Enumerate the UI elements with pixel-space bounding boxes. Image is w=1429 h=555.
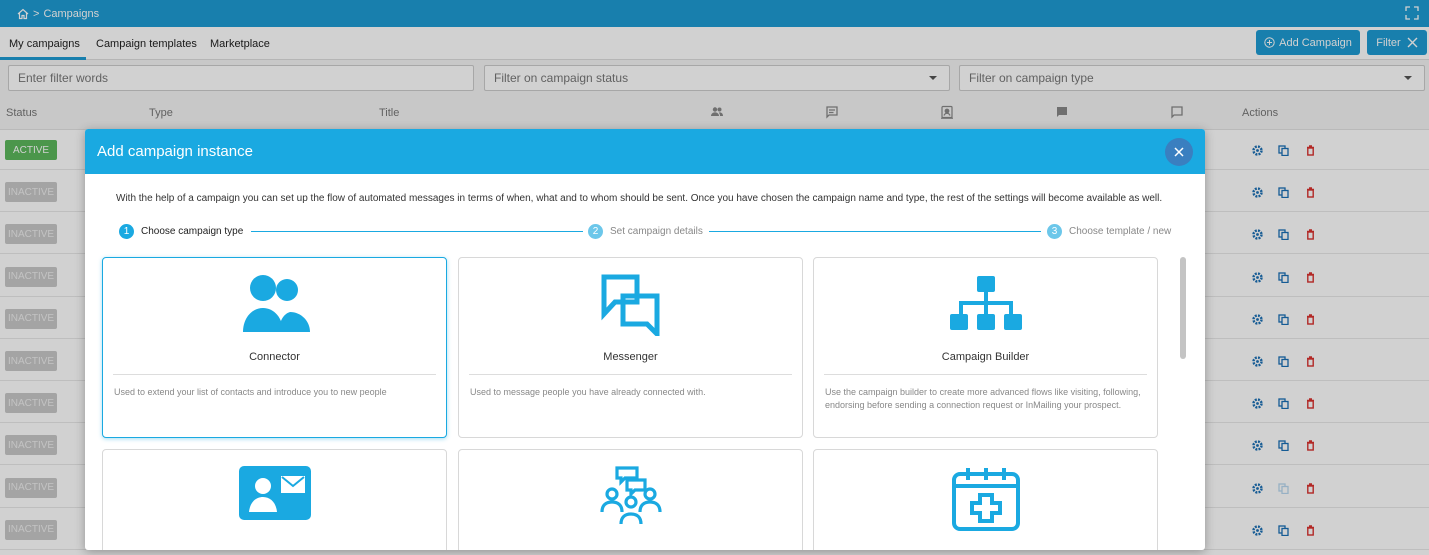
chat-bubbles-icon — [601, 274, 661, 341]
step-3-number: 3 — [1047, 224, 1062, 239]
step-1-number: 1 — [119, 224, 134, 239]
sitemap-icon — [949, 274, 1022, 335]
step-2-number: 2 — [588, 224, 603, 239]
card-divider — [469, 374, 792, 375]
close-icon — [1174, 147, 1184, 157]
card-description: Use the campaign builder to create more … — [825, 387, 1141, 410]
group-chat-icon — [599, 466, 663, 531]
campaign-type-card-builder[interactable]: Campaign Builder Use the campaign builde… — [813, 257, 1158, 438]
campaign-type-card-inmail[interactable] — [102, 449, 447, 550]
card-title: Campaign Builder — [941, 351, 1030, 363]
step-connector — [251, 231, 583, 232]
card-title: Messenger — [603, 351, 658, 363]
modal-scrollbar[interactable] — [1180, 257, 1186, 359]
modal-intro-text: With the help of a campaign you can set … — [116, 193, 1163, 204]
calendar-plus-icon — [951, 466, 1021, 535]
contact-card-icon — [238, 466, 311, 523]
modal-close-button[interactable] — [1165, 138, 1193, 166]
step-1-label: Choose campaign type — [141, 226, 244, 237]
step-3-label: Choose template / new — [1069, 226, 1172, 237]
step-connector — [709, 231, 1041, 232]
card-divider — [113, 374, 436, 375]
campaign-type-card-connector[interactable]: Connector Used to extend your list of co… — [102, 257, 447, 438]
campaign-type-card-event[interactable] — [813, 449, 1158, 550]
campaign-type-card-group[interactable] — [458, 449, 803, 550]
card-title: Connector — [249, 351, 300, 363]
card-description: Used to message people you have already … — [470, 387, 706, 397]
card-divider — [824, 374, 1147, 375]
card-description: Used to extend your list of contacts and… — [114, 387, 387, 397]
modal-header: Add campaign instance — [85, 129, 1205, 174]
step-2-label: Set campaign details — [610, 226, 703, 237]
add-campaign-modal: Add campaign instance With the help of a… — [85, 129, 1205, 550]
users-icon — [239, 274, 311, 335]
modal-title: Add campaign instance — [97, 143, 253, 160]
campaign-type-card-messenger[interactable]: Messenger Used to message people you hav… — [458, 257, 803, 438]
